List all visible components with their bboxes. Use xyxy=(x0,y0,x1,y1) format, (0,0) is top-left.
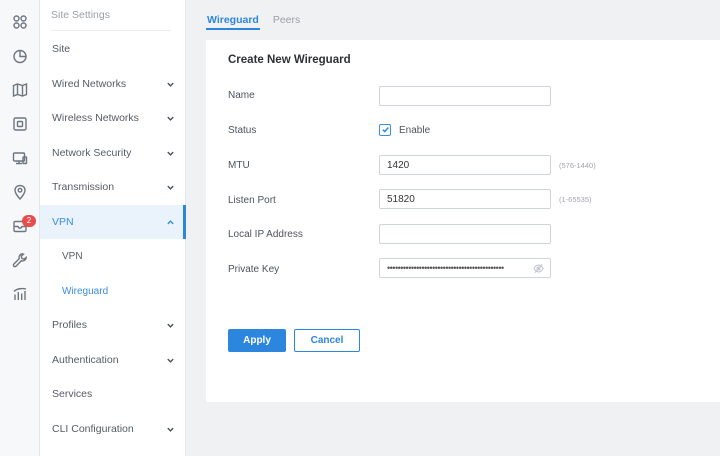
nav-subitem-label: VPN xyxy=(62,250,83,262)
chevron-down-icon xyxy=(166,425,175,434)
chevron-down-icon xyxy=(166,183,175,192)
clock-icon xyxy=(12,48,28,69)
rail-statistics[interactable] xyxy=(0,44,40,72)
nav-divider xyxy=(51,30,171,31)
cancel-button[interactable]: Cancel xyxy=(294,329,360,352)
chevron-down-icon xyxy=(166,356,175,365)
rail-tools[interactable] xyxy=(0,248,40,276)
rail-clients[interactable] xyxy=(0,146,40,174)
name-label: Name xyxy=(228,90,255,101)
private-key-mask: ••••••••••••••••••••••••••••••••••••••••… xyxy=(387,263,504,273)
nav-subitem-label: Wireguard xyxy=(62,285,109,297)
chevron-up-icon xyxy=(166,218,175,227)
wrench-icon xyxy=(12,252,28,273)
nav-item-label: Authentication xyxy=(52,354,119,366)
nav-item-label: VPN xyxy=(52,216,74,228)
local-ip-label: Local IP Address xyxy=(228,229,303,240)
listen-port-range-hint: (1-65535) xyxy=(559,195,592,204)
name-input[interactable] xyxy=(379,86,551,106)
nav-item-transmission[interactable]: Transmission xyxy=(40,170,186,204)
rail-dashboard[interactable] xyxy=(0,10,40,38)
private-key-field[interactable]: ••••••••••••••••••••••••••••••••••••••••… xyxy=(379,258,551,278)
eye-icon[interactable] xyxy=(533,263,544,274)
private-key-label: Private Key xyxy=(228,264,280,275)
chevron-down-icon xyxy=(166,114,175,123)
nav-item-label: CLI Configuration xyxy=(52,423,134,435)
device-icon xyxy=(12,116,28,137)
nav-item-label: Network Security xyxy=(52,147,132,159)
nav-item-profiles[interactable]: Profiles xyxy=(40,308,186,342)
checkmark-icon xyxy=(381,121,390,139)
content-tabs: Wireguard Peers xyxy=(206,8,301,34)
rail-devices[interactable] xyxy=(0,112,40,140)
nav-item-label: Wireless Networks xyxy=(52,112,139,124)
nav-item-vpn[interactable]: VPN xyxy=(40,205,186,239)
nav-item-network-security[interactable]: Network Security xyxy=(40,136,186,170)
mtu-label: MTU xyxy=(228,160,250,171)
app-window: 2 Site Settings Site Wired Networks Wire… xyxy=(0,0,720,456)
wireguard-form-card: Create New Wireguard Name Status Enable … xyxy=(206,40,720,402)
nav-item-label: Site xyxy=(52,43,71,55)
chevron-down-icon xyxy=(166,321,175,330)
alerts-badge: 2 xyxy=(22,215,36,227)
mtu-range-hint: (576-1440) xyxy=(559,161,596,170)
tab-wireguard[interactable]: Wireguard xyxy=(206,8,260,30)
grid-icon xyxy=(12,14,28,35)
form-title: Create New Wireguard xyxy=(228,54,351,66)
nav-item-wired-networks[interactable]: Wired Networks xyxy=(40,67,186,101)
listen-port-label: Listen Port xyxy=(228,195,276,206)
icon-rail: 2 xyxy=(0,0,40,456)
status-enable-checkbox[interactable] xyxy=(379,124,391,136)
nav-item-services[interactable]: Services xyxy=(40,377,186,411)
status-label: Status xyxy=(228,125,257,136)
site-settings-nav: Site Settings Site Wired Networks Wirele… xyxy=(40,0,186,456)
stats-icon xyxy=(12,286,28,307)
apply-button[interactable]: Apply xyxy=(228,329,286,352)
tab-peers[interactable]: Peers xyxy=(272,8,301,30)
rail-insights[interactable] xyxy=(0,282,40,310)
nav-item-label: Profiles xyxy=(52,319,88,331)
status-enable-label: Enable xyxy=(399,125,431,136)
nav-item-wireless-networks[interactable]: Wireless Networks xyxy=(40,101,186,135)
nav-subitem-vpn[interactable]: VPN xyxy=(40,239,186,273)
nav-subitem-wireguard[interactable]: Wireguard xyxy=(40,274,186,308)
nav-item-authentication[interactable]: Authentication xyxy=(40,343,186,377)
chevron-down-icon xyxy=(166,80,175,89)
nav-item-label: Transmission xyxy=(52,181,115,193)
nav-item-site[interactable]: Site xyxy=(40,32,186,66)
nav-item-label: Services xyxy=(52,388,93,400)
nav-item-cli-configuration[interactable]: CLI Configuration xyxy=(40,412,186,446)
listen-port-input[interactable] xyxy=(379,189,551,209)
nav-header: Site Settings xyxy=(51,9,110,21)
chevron-down-icon xyxy=(166,149,175,158)
map-icon xyxy=(12,82,28,103)
active-indicator xyxy=(183,205,186,239)
rail-alerts[interactable]: 2 xyxy=(0,214,40,242)
rail-location[interactable] xyxy=(0,180,40,208)
rail-map[interactable] xyxy=(0,78,40,106)
mtu-input[interactable] xyxy=(379,155,551,175)
local-ip-input[interactable] xyxy=(379,224,551,244)
monitor-icon xyxy=(12,150,28,171)
location-pin-icon xyxy=(12,184,28,205)
nav-item-label: Wired Networks xyxy=(52,78,127,90)
